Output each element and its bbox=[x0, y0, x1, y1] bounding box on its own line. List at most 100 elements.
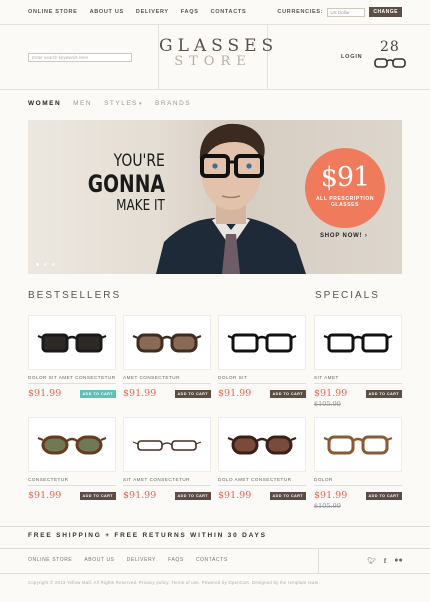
footer-nav-about-us[interactable]: ABOUT US bbox=[84, 557, 114, 563]
add-to-cart-button[interactable]: ADD TO CART bbox=[365, 389, 402, 398]
product-price-row: $91.99 ADD TO CART bbox=[28, 388, 116, 399]
top-nav-about-us[interactable]: ABOUT US bbox=[90, 9, 124, 15]
product-price-row: $91.99 ADD TO CART bbox=[218, 388, 306, 399]
glasses-icon bbox=[227, 333, 297, 352]
product-price: $91.99 bbox=[28, 490, 62, 501]
glasses-icon bbox=[323, 333, 393, 352]
currency-select[interactable]: US Dollar bbox=[327, 7, 366, 17]
category-women[interactable]: WOMEN bbox=[28, 100, 61, 107]
hero-banner[interactable]: YOU'RE GONNA MAKE IT $91 ALL PRESCRIPTIO… bbox=[28, 120, 402, 274]
product-image[interactable] bbox=[28, 417, 116, 472]
product-price-block: $91.99 bbox=[28, 490, 61, 501]
product-card[interactable]: DOLOR $91.99 ADD TO CART $105.99 bbox=[314, 417, 402, 510]
divider bbox=[0, 548, 430, 549]
top-nav-online-store[interactable]: ONLINE STORE bbox=[28, 9, 78, 15]
top-nav-delivery[interactable]: DELIVERY bbox=[136, 9, 169, 15]
footer-nav-delivery[interactable]: DELIVERY bbox=[127, 557, 156, 563]
glasses-icon bbox=[37, 435, 107, 454]
product-name[interactable]: SIT AMET bbox=[314, 375, 402, 384]
slider-dot[interactable] bbox=[36, 263, 39, 266]
footer-nav-online-store[interactable]: ONLINE STORE bbox=[28, 557, 72, 563]
product-name[interactable]: DOLOR SIT AMET CONSECTETUR bbox=[28, 375, 116, 384]
add-to-cart-button[interactable]: ADD TO CART bbox=[79, 491, 116, 500]
footer-nav: ONLINE STORE ABOUT US DELIVERY FAQS CONT… bbox=[28, 557, 228, 563]
chevron-down-icon: ▾ bbox=[139, 101, 144, 107]
header: Enter search keywords here GLASSES STORE… bbox=[0, 25, 430, 90]
product-name[interactable]: CONSECTETUR bbox=[28, 477, 116, 486]
product-price-block: $91.99 bbox=[218, 388, 251, 399]
twitter-icon[interactable]: 🐦︎ bbox=[367, 557, 376, 565]
product-price: $91.99 bbox=[123, 490, 157, 501]
product-price: $91.99 bbox=[123, 388, 157, 399]
product-card[interactable]: DOLO AMET CONSECTETUR $91.99 ADD TO CART bbox=[218, 417, 306, 507]
category-brands[interactable]: BRANDS bbox=[155, 100, 191, 107]
cart-glasses-icon[interactable] bbox=[374, 57, 406, 69]
category-styles-label: STYLES bbox=[104, 100, 139, 107]
add-to-cart-button[interactable]: ADD TO CART bbox=[269, 389, 306, 398]
product-card[interactable]: DOLOR SIT $91.99 ADD TO CART bbox=[218, 315, 306, 405]
add-to-cart-button[interactable]: ADD TO CART bbox=[174, 491, 211, 500]
currency-label: CURRENCIES: bbox=[277, 9, 324, 15]
flickr-icon[interactable]: ●● bbox=[394, 557, 402, 565]
footer-nav-contacts[interactable]: CONTACTS bbox=[196, 557, 228, 563]
add-to-cart-button[interactable]: ADD TO CART bbox=[269, 491, 306, 500]
product-price-block: $91.99 bbox=[218, 490, 251, 501]
category-nav: WOMEN MEN STYLES▾ BRANDS bbox=[28, 100, 191, 107]
product-name[interactable]: DOLO AMET CONSECTETUR bbox=[218, 477, 306, 486]
promo-price: $91 bbox=[320, 162, 371, 193]
add-to-cart-button[interactable]: ADD TO CART bbox=[174, 389, 211, 398]
category-styles[interactable]: STYLES▾ bbox=[104, 100, 143, 107]
glasses-icon bbox=[227, 435, 297, 454]
product-price-row: $91.99 ADD TO CART bbox=[314, 388, 402, 399]
product-name[interactable]: AMET CONSECTETUR bbox=[123, 375, 211, 384]
slider-dot[interactable] bbox=[44, 263, 47, 266]
product-name[interactable]: DOLOR SIT bbox=[218, 375, 306, 384]
product-image[interactable] bbox=[28, 315, 116, 370]
shop-now-link[interactable]: SHOP NOW! › bbox=[320, 233, 368, 239]
social-links: 🐦︎ f ●● bbox=[367, 557, 403, 565]
top-nav-contacts[interactable]: CONTACTS bbox=[211, 9, 247, 15]
product-image[interactable] bbox=[123, 417, 211, 472]
model-photo bbox=[156, 123, 306, 274]
cart-count[interactable]: 28 bbox=[380, 39, 400, 55]
login-link[interactable]: LOGIN bbox=[341, 54, 362, 60]
product-name[interactable]: DOLOR bbox=[314, 477, 402, 486]
add-to-cart-button[interactable]: ADD TO CART bbox=[365, 491, 402, 500]
search-input[interactable]: Enter search keywords here bbox=[28, 53, 132, 62]
glasses-icon bbox=[132, 333, 202, 352]
product-price-block: $91.99 bbox=[123, 490, 156, 501]
product-card[interactable]: CONSECTETUR $91.99 ADD TO CART bbox=[28, 417, 116, 507]
footer-nav-faqs[interactable]: FAQS bbox=[168, 557, 184, 563]
product-card[interactable]: DOLOR SIT AMET CONSECTETUR $91.99 ADD TO C… bbox=[28, 315, 116, 405]
logo-line-1: GLASSES bbox=[159, 36, 279, 56]
promo-price-badge[interactable]: $91 ALL PRESCRIPTION GLASSES bbox=[305, 148, 385, 228]
top-nav-faqs[interactable]: FAQS bbox=[181, 9, 199, 15]
product-image[interactable] bbox=[218, 417, 306, 472]
product-price: $91.99 bbox=[314, 490, 348, 501]
divider bbox=[0, 573, 430, 574]
page: ONLINE STORE ABOUT US DELIVERY FAQS CONT… bbox=[0, 0, 430, 602]
product-image[interactable] bbox=[314, 417, 402, 472]
change-currency-button[interactable]: CHANGE bbox=[369, 7, 402, 17]
divider bbox=[0, 526, 430, 527]
product-card[interactable]: SIT AMET CONSECTETUR $91.99 ADD TO CART bbox=[123, 417, 211, 507]
product-card[interactable]: AMET CONSECTETUR $91.99 ADD TO CART bbox=[123, 315, 211, 405]
product-image[interactable] bbox=[314, 315, 402, 370]
banner-headline-line-3: MAKE IT bbox=[116, 196, 165, 214]
logo-line-2: STORE bbox=[174, 54, 252, 69]
product-price: $91.99 bbox=[28, 388, 62, 399]
product-price-block: $91.99 bbox=[28, 388, 61, 399]
divider bbox=[318, 549, 319, 573]
logo[interactable]: GLASSES STORE bbox=[158, 25, 279, 90]
facebook-icon[interactable]: f bbox=[384, 557, 386, 565]
category-men[interactable]: MEN bbox=[73, 100, 92, 107]
add-to-cart-button[interactable]: ADD TO CART bbox=[79, 389, 116, 398]
product-price-block: $91.99 bbox=[314, 490, 347, 501]
product-image[interactable] bbox=[218, 315, 306, 370]
product-price: $91.99 bbox=[314, 388, 348, 399]
product-image[interactable] bbox=[123, 315, 211, 370]
product-price-row: $91.99 ADD TO CART bbox=[218, 490, 306, 501]
slider-dot[interactable] bbox=[52, 263, 55, 266]
product-card[interactable]: SIT AMET $91.99 ADD TO CART $105.99 bbox=[314, 315, 402, 408]
product-name[interactable]: SIT AMET CONSECTETUR bbox=[123, 477, 211, 486]
